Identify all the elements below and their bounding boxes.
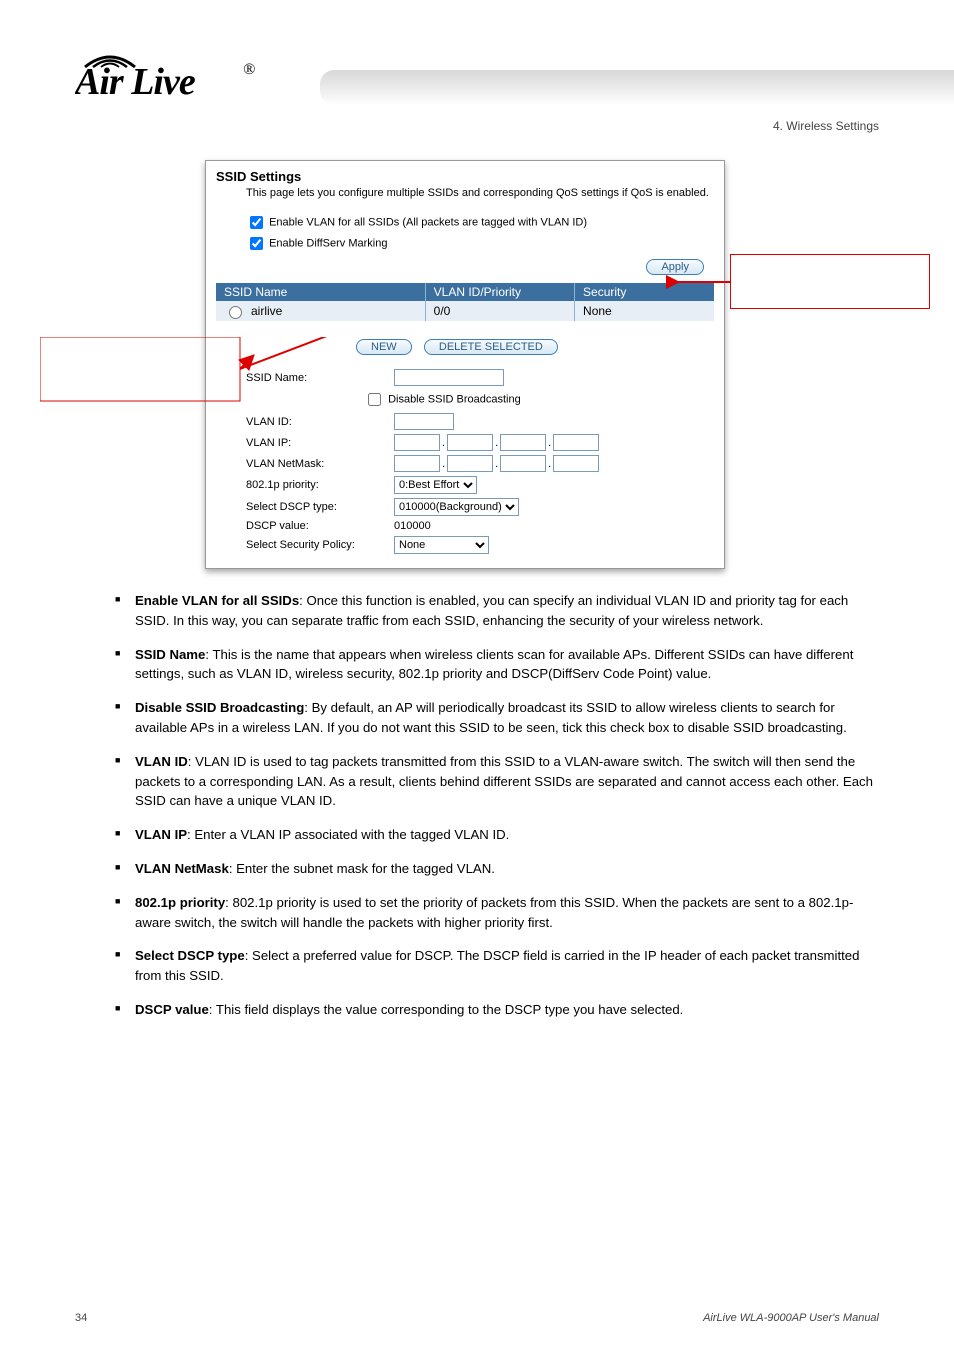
th-ssid-name: SSID Name [216,283,425,301]
callout-new-annotation [40,337,240,401]
list-item: SSID Name: This is the name that appears… [115,645,879,685]
delete-selected-button[interactable]: DELETE SELECTED [424,339,558,355]
bullet-text: : Enter the subnet mask for the tagged V… [229,861,495,876]
chapter-label: 4. Wireless Settings [773,119,879,133]
vlan-ip-4-input[interactable] [553,434,599,451]
bullet-text: : This is the name that appears when wir… [135,647,853,682]
bullet-label: VLAN IP [135,827,187,842]
th-vlan: VLAN ID/Priority [425,283,574,301]
svg-text:®: ® [243,61,255,78]
list-item: VLAN NetMask: Enter the subnet mask for … [115,859,879,879]
vlan-mask-1-input[interactable] [394,455,440,472]
vlan-mask-2-input[interactable] [447,455,493,472]
ssid-row-vlan: 0/0 [425,301,574,321]
ssid-row-radio[interactable] [229,306,242,319]
label-dscp-value: DSCP value: [246,520,386,532]
dscp-value-text: 010000 [394,520,714,532]
ssid-row-name: airlive [251,304,282,318]
vlan-id-input[interactable] [394,413,454,430]
vlan-ip-1-input[interactable] [394,434,440,451]
panel-title: SSID Settings [216,169,714,184]
list-item: VLAN ID: VLAN ID is used to tag packets … [115,752,879,811]
bullet-label: Select DSCP type [135,948,245,963]
label-security-policy: Select Security Policy: [246,539,386,551]
ssid-table: SSID Name VLAN ID/Priority Security airl… [216,283,714,321]
enable-diffserv-checkbox[interactable] [250,237,263,250]
list-item: Disable SSID Broadcasting: By default, a… [115,698,879,738]
body-text: Enable VLAN for all SSIDs: Once this fun… [115,591,879,1020]
bullet-label: Disable SSID Broadcasting [135,700,304,715]
list-item: VLAN IP: Enter a VLAN IP associated with… [115,825,879,845]
label-dscp-type: Select DSCP type: [246,501,386,513]
bullet-label: 802.1p priority [135,895,225,910]
security-policy-select[interactable]: None [394,536,489,554]
label-vlan-id: VLAN ID: [246,416,386,428]
list-item: Select DSCP type: Select a preferred val… [115,946,879,986]
8021p-select[interactable]: 0:Best Effort [394,476,477,494]
enable-diffserv-label: Enable DiffServ Marking [269,237,387,249]
list-item: 802.1p priority: 802.1p priority is used… [115,893,879,933]
list-item: Enable VLAN for all SSIDs: Once this fun… [115,591,879,631]
bullet-label: Enable VLAN for all SSIDs [135,593,299,608]
bullet-label: DSCP value [135,1002,209,1017]
label-8021p: 802.1p priority: [246,479,386,491]
vlan-mask-3-input[interactable] [500,455,546,472]
bullet-text: : VLAN ID is used to tag packets transmi… [135,754,873,809]
ssid-name-input[interactable] [394,369,504,386]
label-vlan-ip: VLAN IP: [246,437,386,449]
callout-apply-annotation [730,254,930,309]
enable-vlan-label: Enable VLAN for all SSIDs (All packets a… [269,216,587,228]
bullet-label: VLAN ID [135,754,188,769]
panel-desc: This page lets you configure multiple SS… [246,187,714,199]
disable-broadcast-label: Disable SSID Broadcasting [388,393,521,405]
bullet-label: VLAN NetMask [135,861,229,876]
vlan-mask-4-input[interactable] [553,455,599,472]
table-row: airlive 0/0 None [216,301,714,321]
footer-model: AirLive WLA-9000AP User's Manual [703,1312,879,1324]
bullet-text: : Enter a VLAN IP associated with the ta… [187,827,509,842]
dscp-type-select[interactable]: 010000(Background) [394,498,519,516]
header-decor-stripe [320,70,954,105]
vlan-ip-3-input[interactable] [500,434,546,451]
enable-vlan-checkbox[interactable] [250,216,263,229]
list-item: DSCP value: This field displays the valu… [115,1000,879,1020]
label-vlan-netmask: VLAN NetMask: [246,458,386,470]
bullet-label: SSID Name [135,647,205,662]
brand-logo: Air Live ® [75,39,275,106]
page-number: 34 [75,1312,87,1324]
bullet-text: : This field displays the value correspo… [209,1002,684,1017]
bullet-text: : 802.1p priority is used to set the pri… [135,895,853,930]
apply-button[interactable]: Apply [646,259,704,275]
svg-text:Air Live: Air Live [75,61,196,101]
vlan-ip-2-input[interactable] [447,434,493,451]
